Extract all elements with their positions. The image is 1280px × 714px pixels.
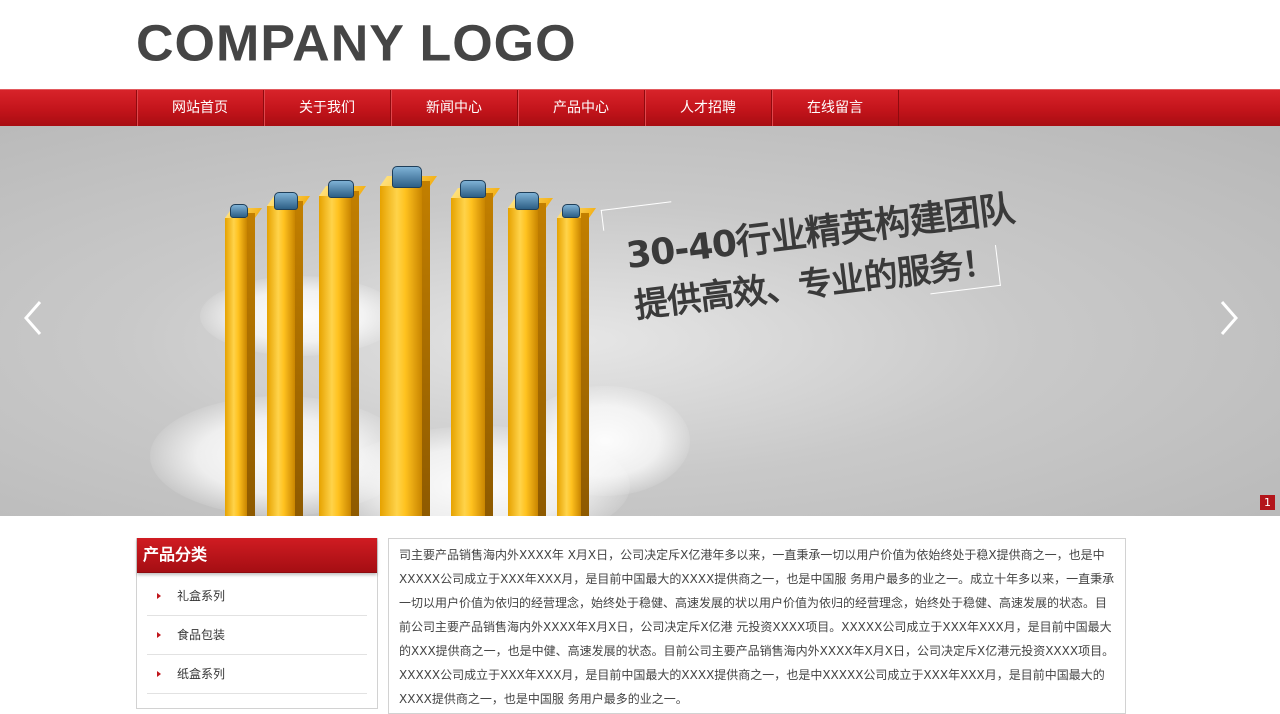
company-intro-text: 司主要产品销售海内外XXXX年 X月X日，公司决定斥X亿港年多以来，一直秉承一切… bbox=[388, 538, 1126, 714]
category-item-food-packaging[interactable]: 食品包装 bbox=[147, 616, 367, 655]
next-slide-button[interactable] bbox=[1208, 298, 1248, 338]
car-icon bbox=[460, 180, 486, 198]
car-icon bbox=[230, 204, 248, 218]
nav-item-message[interactable]: 在线留言 bbox=[771, 90, 898, 126]
nav-divider bbox=[898, 90, 899, 126]
slide-indicator[interactable]: 1 bbox=[1260, 495, 1275, 510]
product-category-sidebar: 产品分类 礼盒系列 食品包装 纸盒系列 bbox=[136, 538, 378, 709]
gold-bar bbox=[267, 201, 303, 516]
category-item-gift-box[interactable]: 礼盒系列 bbox=[147, 577, 367, 616]
car-icon bbox=[562, 204, 580, 218]
gold-bar bbox=[557, 213, 589, 516]
banner-slogan: 30-40行业精英构建团队 提供高效、专业的服务！ bbox=[600, 155, 1016, 343]
nav-item-products[interactable]: 产品中心 bbox=[517, 90, 644, 126]
nav-item-news[interactable]: 新闻中心 bbox=[390, 90, 517, 126]
chevron-left-icon bbox=[24, 301, 42, 335]
gold-bar bbox=[225, 213, 255, 516]
gold-bar bbox=[380, 181, 430, 516]
nav-item-home[interactable]: 网站首页 bbox=[136, 90, 263, 126]
gold-bar bbox=[451, 193, 493, 516]
car-icon bbox=[328, 180, 354, 198]
banner-slider[interactable]: 30-40行业精英构建团队 提供高效、专业的服务！ 1 bbox=[0, 126, 1280, 516]
sidebar-title: 产品分类 bbox=[137, 538, 377, 573]
nav-item-jobs[interactable]: 人才招聘 bbox=[644, 90, 771, 126]
company-logo[interactable]: COMPANY LOGO bbox=[136, 15, 577, 74]
header: COMPANY LOGO bbox=[0, 0, 1280, 89]
car-icon bbox=[392, 166, 422, 188]
category-item-paper-box[interactable]: 纸盒系列 bbox=[147, 655, 367, 694]
car-icon bbox=[515, 192, 539, 210]
prev-slide-button[interactable] bbox=[14, 298, 54, 338]
gold-bar bbox=[508, 203, 546, 516]
chevron-right-icon bbox=[1220, 301, 1238, 335]
content-area: 产品分类 礼盒系列 食品包装 纸盒系列 司主要产品销售海内外XXXX年 X月X日… bbox=[0, 516, 1280, 714]
gold-bar bbox=[319, 191, 359, 516]
car-icon bbox=[274, 192, 298, 210]
nav-item-about[interactable]: 关于我们 bbox=[263, 90, 390, 126]
main-nav: 网站首页 关于我们 新闻中心 产品中心 人才招聘 在线留言 bbox=[0, 89, 1280, 126]
